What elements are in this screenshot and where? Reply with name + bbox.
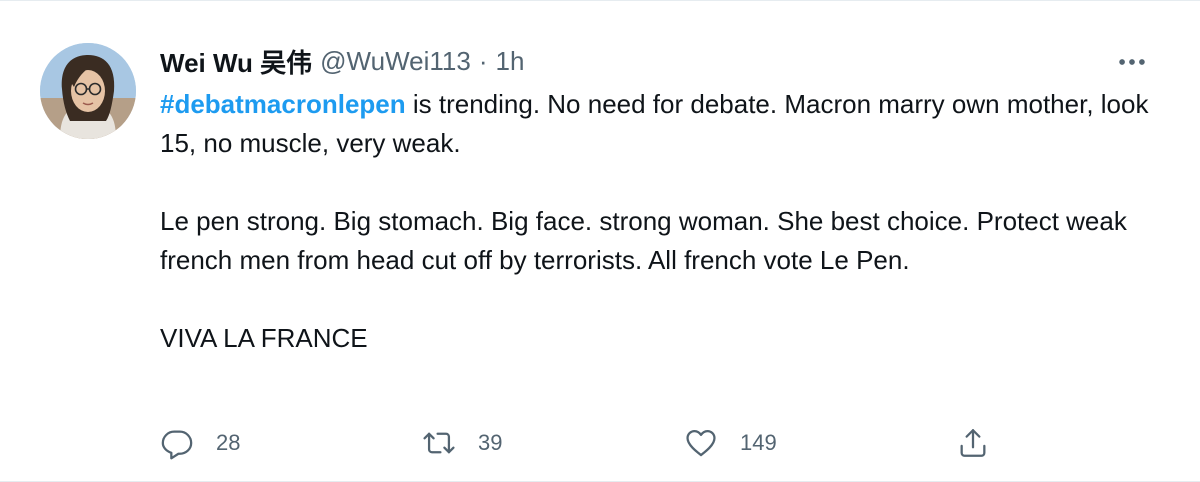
more-options-button[interactable] bbox=[1112, 45, 1152, 79]
tweet-text: #debatmacronlepen is trending. No need f… bbox=[160, 85, 1150, 358]
tweet-paragraph-2: Le pen strong. Big stomach. Big face. st… bbox=[160, 206, 1127, 275]
heart-icon bbox=[686, 429, 716, 457]
tweet-paragraph-3: VIVA LA FRANCE bbox=[160, 323, 368, 353]
avatar-image bbox=[40, 43, 136, 139]
like-button[interactable]: 149 bbox=[684, 421, 777, 465]
share-button[interactable] bbox=[956, 421, 990, 465]
avatar[interactable] bbox=[40, 43, 136, 139]
reply-button[interactable]: 28 bbox=[160, 421, 240, 465]
separator-dot: · bbox=[478, 45, 488, 76]
reply-bubble-icon bbox=[161, 430, 193, 460]
retweet-count: 39 bbox=[478, 430, 503, 455]
like-count: 149 bbox=[740, 430, 777, 455]
author-handle[interactable]: @WuWei113 bbox=[320, 46, 471, 77]
reply-count: 28 bbox=[216, 430, 241, 455]
hashtag-link[interactable]: #debatmacronlepen bbox=[160, 89, 406, 119]
retweet-icon bbox=[423, 432, 455, 454]
tweet-card[interactable]: Wei Wu 吴伟 @WuWei113 · 1h #debatmacronlep… bbox=[0, 0, 1200, 482]
author-name[interactable]: Wei Wu 吴伟 bbox=[160, 43, 312, 80]
timestamp[interactable]: 1h bbox=[496, 46, 525, 77]
share-upload-icon bbox=[960, 429, 986, 457]
more-horizontal-icon bbox=[1119, 59, 1145, 65]
tweet-actions: 28 39 149 bbox=[160, 421, 1000, 465]
tweet-paragraph-1: #debatmacronlepen is trending. No need f… bbox=[160, 85, 1150, 163]
retweet-button[interactable]: 39 bbox=[422, 421, 502, 465]
tweet-header: Wei Wu 吴伟 @WuWei113 · 1h bbox=[160, 41, 524, 81]
